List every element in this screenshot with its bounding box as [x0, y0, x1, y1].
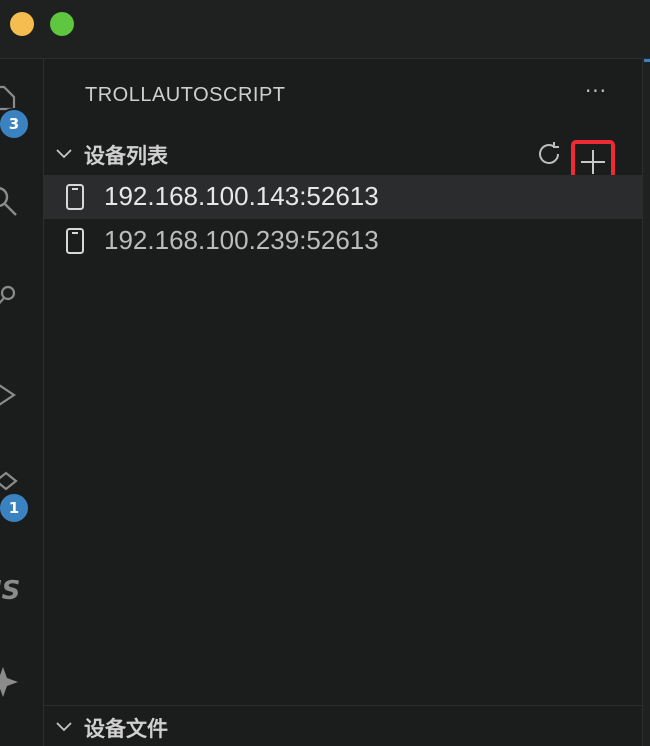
- phone-icon: [64, 227, 86, 255]
- device-item[interactable]: 192.168.100.239:52613: [44, 219, 642, 263]
- sidebar: TROLLAUTOSCRIPT ··· 设备列表 192.168.100.143…: [44, 59, 642, 746]
- run-debug-icon[interactable]: [0, 377, 20, 411]
- activity-bar: 3 1 S: [0, 59, 44, 746]
- chevron-down-icon: [54, 716, 74, 736]
- svg-text:JS: JS: [0, 576, 20, 605]
- vscode-window: 3 1 S TROLLAUTOSCRIPT ··· 设备列表 192.168.1…: [0, 0, 650, 746]
- plus-icon: [581, 150, 605, 174]
- explorer-badge: 3: [0, 108, 30, 140]
- sidebar-title: TROLLAUTOSCRIPT: [85, 84, 286, 106]
- source-control-icon[interactable]: [0, 281, 20, 315]
- phone-icon: [64, 183, 86, 211]
- device-list-section-header[interactable]: 设备列表: [44, 133, 642, 184]
- device-files-label: 设备文件: [84, 717, 168, 741]
- editor-tab-accent: [644, 59, 650, 62]
- device-item[interactable]: 192.168.100.143:52613: [44, 175, 642, 219]
- title-bar: [0, 0, 650, 59]
- minimize-button[interactable]: [10, 12, 34, 36]
- device-files-section-header[interactable]: 设备文件: [44, 706, 642, 746]
- js-icon[interactable]: JS: [0, 571, 20, 605]
- more-actions-button[interactable]: ···: [582, 81, 610, 108]
- sparkle-icon[interactable]: [0, 665, 20, 699]
- device-address: 192.168.100.239:52613: [104, 225, 379, 255]
- editor-edge: [642, 59, 650, 746]
- chevron-down-icon: [54, 143, 74, 163]
- zoom-button[interactable]: [50, 12, 74, 36]
- device-files-section: 设备文件: [44, 705, 642, 746]
- device-list-label: 设备列表: [84, 144, 168, 168]
- extensions-badge: 1: [0, 492, 30, 524]
- search-icon[interactable]: [0, 183, 20, 217]
- refresh-icon[interactable]: [534, 139, 564, 169]
- device-address: 192.168.100.143:52613: [104, 181, 379, 211]
